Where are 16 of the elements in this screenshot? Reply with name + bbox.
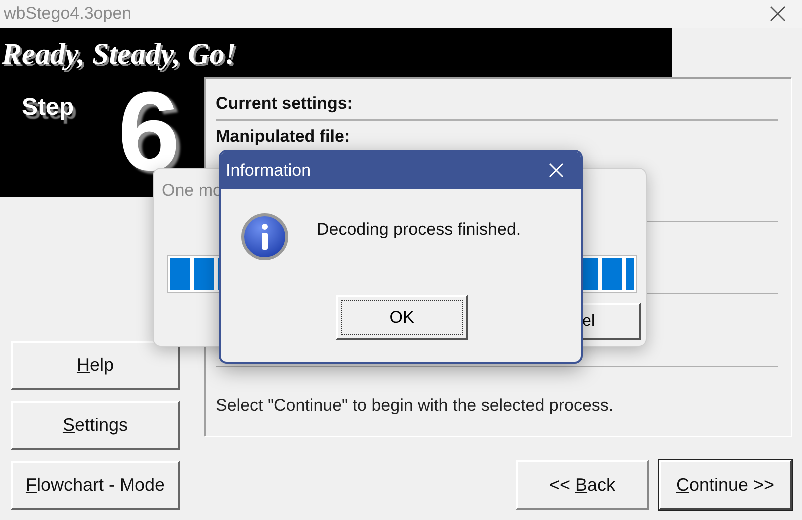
banner-heading: Ready, Steady, Go! (2, 37, 236, 73)
dialog-button[interactable]: Settings (11, 401, 180, 450)
dialog-button[interactable]: << Back (516, 460, 649, 510)
dialog-button[interactable]: Flowchart - Mode (11, 461, 180, 510)
dialog-button[interactable]: Help (11, 341, 180, 390)
dialog-button[interactable]: Continue >> (659, 460, 792, 510)
dialog-message: Decoding process finished. (317, 219, 522, 241)
information-icon (241, 213, 289, 261)
instruction-text: Select "Continue" to begin with the selected process. (216, 395, 614, 417)
section-heading: Current settings: (216, 91, 778, 120)
dialog-title: Information (226, 160, 312, 182)
step-label: Step (22, 93, 74, 123)
ok-button[interactable]: OK (336, 295, 468, 340)
close-icon[interactable] (770, 6, 786, 22)
window-title: wbStego4.3open (3, 3, 132, 26)
section-heading: Manipulated file: (216, 126, 350, 146)
